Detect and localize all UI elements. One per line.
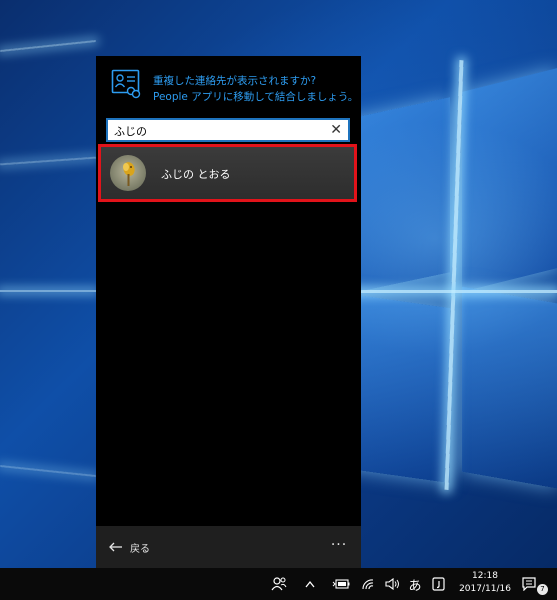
- volume-icon[interactable]: [384, 575, 402, 593]
- back-button[interactable]: 戻る: [109, 538, 150, 556]
- clock-date[interactable]: 2017/11/16: [456, 584, 514, 594]
- contact-search-input[interactable]: [114, 123, 314, 139]
- back-button-label: 戻る: [130, 543, 150, 555]
- action-center-icon[interactable]: [521, 575, 537, 593]
- duplicate-contacts-notice[interactable]: 重複した連絡先が表示されますか? People アプリに移動して結合しましょう。: [96, 56, 361, 116]
- notification-count-badge: 7: [537, 584, 548, 595]
- flyout-bottom-bar: 戻る ···: [96, 526, 361, 568]
- people-flyout: 重複した連絡先が表示されますか? People アプリに移動して結合しましょう。…: [96, 56, 361, 568]
- wallpaper-light-beam: [0, 39, 96, 53]
- taskbar: あ 12:18 2017/11/16 7: [0, 568, 557, 600]
- wifi-icon[interactable]: [360, 575, 376, 593]
- clock-time[interactable]: 12:18: [456, 571, 514, 581]
- wallpaper-light-beam: [0, 464, 96, 478]
- wallpaper-pane: [462, 286, 557, 489]
- notice-text-line1: 重複した連絡先が表示されますか?: [153, 75, 317, 87]
- back-arrow-icon: [109, 542, 122, 552]
- wallpaper-light-beam: [0, 156, 96, 166]
- battery-icon[interactable]: [332, 575, 350, 593]
- people-icon[interactable]: [270, 575, 288, 593]
- selection-highlight-frame: [98, 144, 357, 202]
- ime-pad-icon[interactable]: [430, 575, 446, 593]
- contact-search-box[interactable]: ✕: [106, 118, 350, 142]
- chevron-up-icon[interactable]: [302, 575, 318, 593]
- notice-text-line2: People アプリに移動して結合しましょう。: [153, 91, 359, 103]
- wallpaper-light-beam: [0, 290, 96, 292]
- ime-mode-indicator[interactable]: あ: [408, 575, 422, 594]
- contact-card-link-icon: [111, 69, 141, 99]
- wallpaper-pane: [462, 68, 557, 292]
- wallpaper-light-beam: [330, 290, 557, 293]
- more-options-button[interactable]: ···: [327, 534, 351, 558]
- close-icon[interactable]: ✕: [330, 122, 342, 138]
